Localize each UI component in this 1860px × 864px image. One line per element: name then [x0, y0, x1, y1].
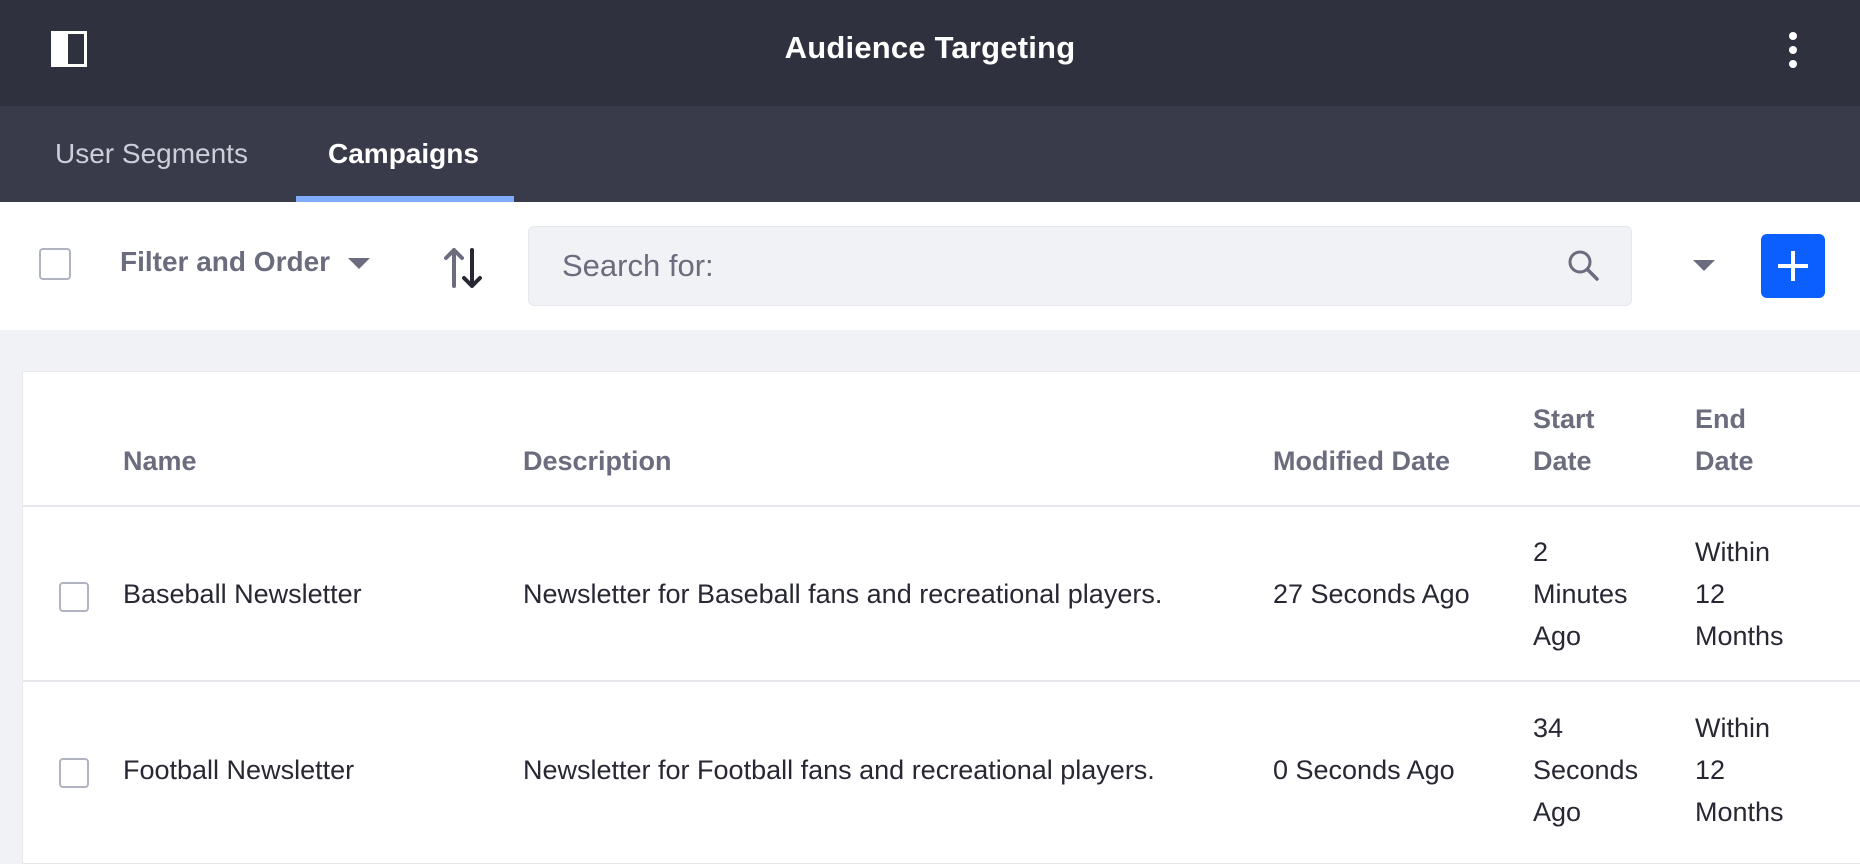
row-end-date-line: 12 [1695, 579, 1726, 609]
tab-campaigns[interactable]: Campaigns [296, 106, 514, 202]
row-modified-date: 0 Seconds Ago [1273, 755, 1455, 785]
row-name[interactable]: Baseball Newsletter [123, 573, 362, 615]
header-divider [23, 505, 1860, 507]
filter-and-order-label: Filter and Order [120, 246, 331, 277]
row-modified-date: 27 Seconds Ago [1273, 579, 1470, 609]
row-start-date: 2 Minutes Ago [1533, 531, 1628, 657]
row-end-date-line: 12 [1695, 755, 1726, 785]
column-header-start-line: Date [1533, 446, 1592, 476]
row-end-date-line: Months [1695, 621, 1784, 651]
navigation-bar: User Segments Campaigns [0, 106, 1860, 202]
column-header-modified-date: Modified Date [1273, 446, 1451, 476]
row-end-date-line: Within [1695, 713, 1771, 743]
row-end-date: Within 12 Months [1695, 531, 1784, 657]
row-end-date: Within 12 Months [1695, 707, 1784, 833]
row-divider [23, 680, 1860, 682]
row-end-date-line: Within [1695, 537, 1771, 567]
row-description: Newsletter for Baseball fans and recreat… [523, 579, 1163, 609]
column-header-end-date: End Date [1695, 398, 1754, 482]
column-header-description: Description [523, 446, 672, 476]
kebab-menu-icon[interactable] [1783, 30, 1803, 70]
row-start-date: 34 Seconds Ago [1533, 707, 1638, 833]
search-input[interactable] [529, 227, 1631, 305]
sort-order-icon[interactable] [443, 246, 483, 290]
row-end-date-line: Months [1695, 797, 1784, 827]
row-checkbox[interactable] [59, 582, 89, 612]
filter-and-order-button[interactable]: Filter and Order [120, 246, 371, 286]
column-header-start-date: Start Date [1533, 398, 1595, 482]
row-start-date-line: Ago [1533, 797, 1582, 827]
search-box [528, 226, 1632, 306]
tab-user-segments[interactable]: User Segments [23, 106, 280, 202]
column-header-start-line: Start [1533, 404, 1595, 434]
display-options-caret-icon[interactable] [1693, 260, 1715, 271]
row-start-date-line: 2 [1533, 537, 1549, 567]
search-icon[interactable] [1566, 248, 1600, 282]
row-start-date-line: 34 [1533, 713, 1564, 743]
caret-down-icon [348, 258, 371, 270]
app-header: Audience Targeting [0, 0, 1860, 106]
row-name[interactable]: Football Newsletter [123, 749, 354, 791]
column-header-end-line: End [1695, 404, 1746, 434]
campaigns-table: Name Description Modified Date Start Dat… [22, 371, 1860, 864]
row-description: Newsletter for Football fans and recreat… [523, 755, 1155, 785]
column-header-end-line: Date [1695, 446, 1754, 476]
select-all-checkbox[interactable] [39, 248, 71, 280]
row-start-date-line: Minutes [1533, 579, 1628, 609]
column-header-name: Name [123, 446, 197, 476]
add-campaign-button[interactable] [1761, 234, 1825, 298]
row-start-date-line: Ago [1533, 621, 1582, 651]
row-start-date-line: Seconds [1533, 755, 1639, 785]
page-title: Audience Targeting [784, 30, 1076, 65]
row-checkbox[interactable] [59, 758, 89, 788]
